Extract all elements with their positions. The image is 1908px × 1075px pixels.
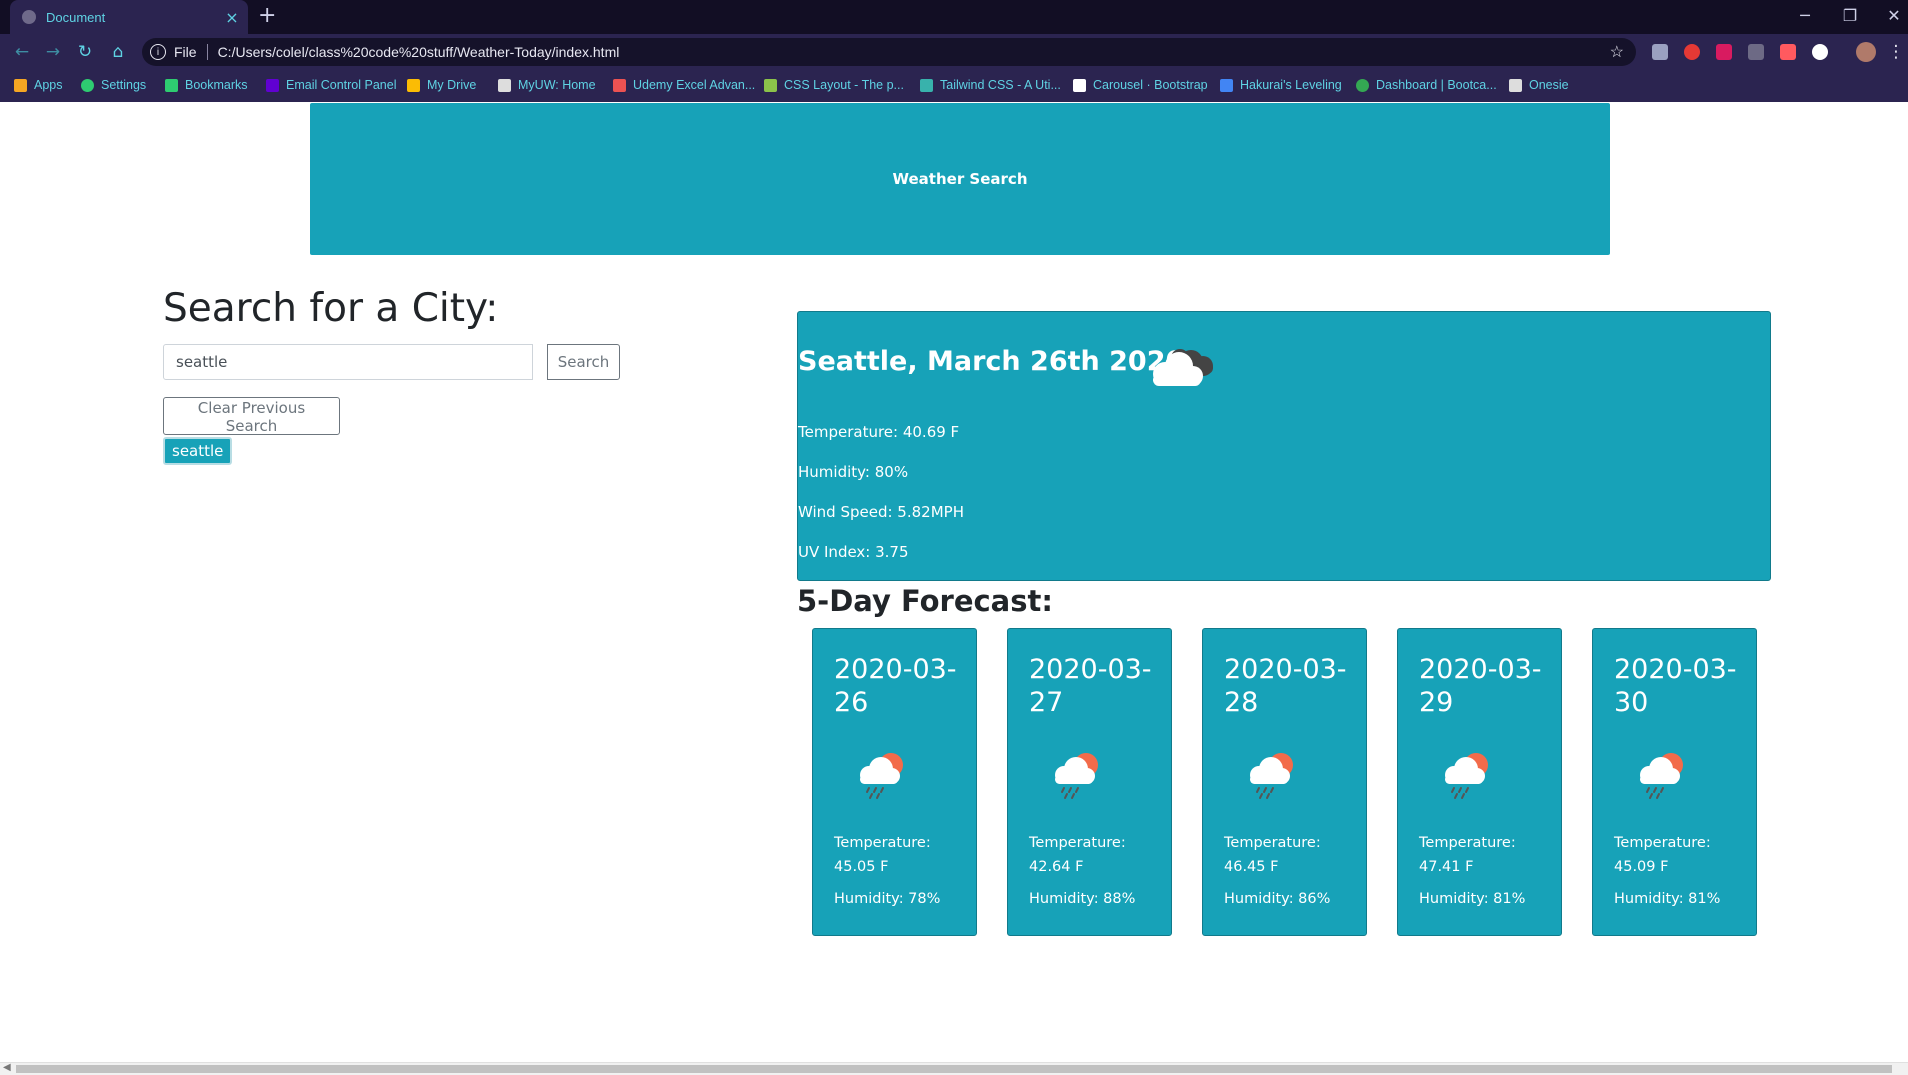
bookmarks-bar: Apps Settings Bookmarks Email Control Pa… bbox=[0, 70, 1908, 102]
globe-icon bbox=[22, 10, 36, 24]
bookmark-item[interactable]: Dashboard | Bootca... bbox=[1356, 78, 1497, 92]
rain-sun-icon bbox=[855, 751, 911, 805]
forecast-date: 2020-03-27 bbox=[1029, 654, 1152, 718]
forecast-humidity: Humidity: 78% bbox=[834, 891, 941, 907]
forecast-temperature: Temperature: 47.41 F bbox=[1419, 835, 1516, 875]
search-button[interactable]: Search bbox=[547, 344, 620, 380]
broken-clouds-icon bbox=[1143, 344, 1219, 394]
bookmark-item[interactable]: Email Control Panel bbox=[266, 78, 396, 92]
bookmark-item[interactable]: Bookmarks bbox=[165, 78, 248, 92]
forward-icon[interactable]: → bbox=[41, 40, 65, 64]
tailwind-icon bbox=[920, 78, 933, 92]
current-weather-card: Seattle, March 26th 2020 Temperature: 40… bbox=[797, 311, 1771, 581]
forecast-card: 2020-03-26 Temperature: 45.05 F Humidity:… bbox=[812, 628, 977, 936]
tab-close-icon[interactable]: × bbox=[222, 8, 242, 27]
dashboard-icon bbox=[1356, 78, 1369, 92]
history-item-seattle[interactable]: seattle bbox=[163, 437, 233, 465]
page-title: Weather Search bbox=[892, 170, 1028, 188]
close-window-button[interactable]: ✕ bbox=[1874, 0, 1908, 30]
apps-icon bbox=[14, 78, 27, 92]
horizontal-scrollbar[interactable]: ◀ bbox=[0, 1062, 1908, 1075]
extension-icon[interactable] bbox=[1652, 44, 1668, 60]
restore-button[interactable]: ❐ bbox=[1830, 0, 1870, 30]
bootstrap-icon bbox=[1073, 78, 1086, 92]
gear-icon bbox=[81, 78, 94, 92]
forecast-heading: 5-Day Forecast: bbox=[797, 584, 1053, 618]
browser-toolbar: ← → ↻ ⌂ i File C:/Users/colel/class%20co… bbox=[0, 34, 1908, 70]
search-heading: Search for a City: bbox=[163, 286, 499, 331]
extension-icon[interactable] bbox=[1780, 44, 1796, 60]
bookmark-item[interactable]: Tailwind CSS - A Uti... bbox=[920, 78, 1061, 92]
extension-icon[interactable] bbox=[1748, 44, 1764, 60]
header-banner: Weather Search bbox=[310, 103, 1610, 255]
scheme-label: File bbox=[174, 44, 197, 60]
bookmark-item[interactable]: CSS Layout - The p... bbox=[764, 78, 904, 92]
forecast-humidity: Humidity: 81% bbox=[1614, 891, 1721, 907]
forecast-card: 2020-03-27 Temperature: 42.64 F Humidity:… bbox=[1007, 628, 1172, 936]
bookmark-item[interactable]: Carousel · Bootstrap bbox=[1073, 78, 1208, 92]
star-icon bbox=[165, 78, 178, 92]
address-bar[interactable]: i File C:/Users/colel/class%20code%20stu… bbox=[142, 38, 1636, 66]
bookmark-item[interactable]: Hakurai's Leveling bbox=[1220, 78, 1342, 92]
css-icon bbox=[764, 78, 777, 92]
forecast-card: 2020-03-28 Temperature: 46.45 F Humidity:… bbox=[1202, 628, 1367, 936]
reload-icon[interactable]: ↻ bbox=[73, 40, 97, 64]
scroll-left-icon[interactable]: ◀ bbox=[3, 1062, 11, 1073]
current-city-heading: Seattle, March 26th 2020 bbox=[798, 346, 1185, 377]
avatar[interactable] bbox=[1856, 42, 1876, 62]
extension-icon[interactable] bbox=[1684, 44, 1700, 60]
current-wind-speed: Wind Speed: 5.82MPH bbox=[798, 503, 964, 521]
current-uv-index: UV Index: 3.75 bbox=[798, 543, 909, 561]
forecast-temperature: Temperature: 42.64 F bbox=[1029, 835, 1126, 875]
rain-sun-icon bbox=[1440, 751, 1496, 805]
menu-icon[interactable]: ⋮ bbox=[1884, 40, 1908, 64]
forecast-temperature: Temperature: 46.45 F bbox=[1224, 835, 1321, 875]
uw-icon bbox=[498, 78, 511, 92]
bookmark-item[interactable]: My Drive bbox=[407, 78, 476, 92]
forecast-temperature: Temperature: 45.05 F bbox=[834, 835, 931, 875]
omnibox-separator bbox=[206, 44, 208, 60]
tab-title: Document bbox=[46, 9, 106, 25]
city-search-input[interactable] bbox=[163, 344, 533, 380]
current-humidity: Humidity: 80% bbox=[798, 463, 909, 481]
document-icon bbox=[1220, 78, 1233, 92]
forecast-humidity: Humidity: 88% bbox=[1029, 891, 1136, 907]
bookmark-star-icon[interactable]: ☆ bbox=[1610, 42, 1624, 62]
bookmark-item[interactable]: Udemy Excel Advan... bbox=[613, 78, 755, 92]
page-content: Weather Search Search for a City: Search… bbox=[0, 102, 1908, 1062]
minimize-button[interactable]: ─ bbox=[1785, 0, 1825, 30]
bookmark-item[interactable]: Apps bbox=[14, 78, 63, 92]
rain-sun-icon bbox=[1050, 751, 1106, 805]
extension-icon[interactable] bbox=[1716, 44, 1732, 60]
home-icon[interactable]: ⌂ bbox=[106, 40, 130, 64]
bookmark-item[interactable]: Onesie bbox=[1509, 78, 1569, 92]
forecast-humidity: Humidity: 86% bbox=[1224, 891, 1331, 907]
scrollbar-thumb[interactable] bbox=[16, 1065, 1892, 1073]
rain-sun-icon bbox=[1245, 751, 1301, 805]
forecast-date: 2020-03-30 bbox=[1614, 654, 1737, 718]
extension-icon[interactable] bbox=[1812, 44, 1828, 60]
info-icon[interactable]: i bbox=[150, 44, 166, 60]
browser-tab-strip: Document × + ─ ❐ ✕ bbox=[0, 0, 1908, 34]
onesie-icon bbox=[1509, 78, 1522, 92]
yahoo-icon bbox=[266, 78, 279, 92]
clear-history-button[interactable]: Clear Previous Search bbox=[163, 397, 340, 435]
forecast-date: 2020-03-29 bbox=[1419, 654, 1542, 718]
forecast-card: 2020-03-29 Temperature: 47.41 F Humidity:… bbox=[1397, 628, 1562, 936]
current-temperature: Temperature: 40.69 F bbox=[798, 423, 960, 441]
forecast-date: 2020-03-28 bbox=[1224, 654, 1347, 718]
drive-icon bbox=[407, 78, 420, 92]
forecast-humidity: Humidity: 81% bbox=[1419, 891, 1526, 907]
forecast-card: 2020-03-30 Temperature: 45.09 F Humidity:… bbox=[1592, 628, 1757, 936]
bookmark-item[interactable]: Settings bbox=[81, 78, 146, 92]
url-text[interactable]: C:/Users/colel/class%20code%20stuff/Weat… bbox=[218, 44, 1610, 60]
browser-tab[interactable]: Document × bbox=[10, 0, 248, 34]
udemy-icon bbox=[613, 78, 626, 92]
forecast-date: 2020-03-26 bbox=[834, 654, 957, 718]
bookmark-item[interactable]: MyUW: Home bbox=[498, 78, 596, 92]
forecast-temperature: Temperature: 45.09 F bbox=[1614, 835, 1711, 875]
new-tab-button[interactable]: + bbox=[258, 3, 276, 28]
rain-sun-icon bbox=[1635, 751, 1691, 805]
back-icon[interactable]: ← bbox=[10, 40, 34, 64]
